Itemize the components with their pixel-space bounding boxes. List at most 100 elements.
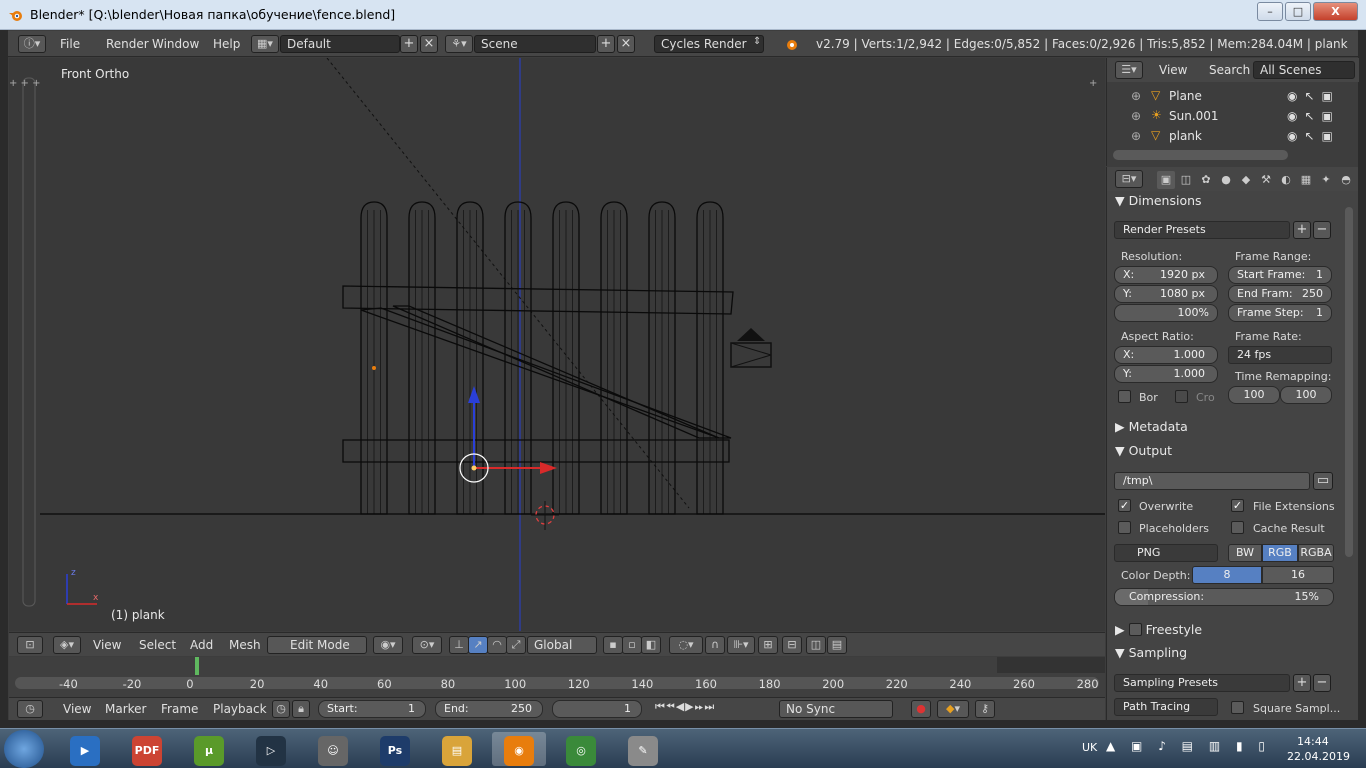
file-format-select[interactable]: PNG [1114,544,1218,562]
timeline-scrollbar[interactable] [15,677,1099,689]
mode-select[interactable]: Edit Mode [267,636,367,654]
tab-world-icon[interactable]: ● [1217,171,1235,189]
render-presets-select[interactable]: Render Presets [1114,221,1290,239]
toolshelf-plus-icon[interactable]: + + + [9,78,41,89]
tray-icons[interactable]: ▲ ▣ ♪ ▤ ▥ ▮ ▯ [1106,739,1271,753]
rgb-button[interactable]: RGB [1262,544,1298,562]
depth-8-button[interactable]: 8 [1192,566,1262,584]
playback-controls[interactable]: ⏮︎⏪︎◀︎▶︎⏩︎⏭︎ [655,700,767,718]
snap-target-icon[interactable]: ⊞ [758,636,778,654]
outliner-item[interactable]: ⊕ ☀ Sun.001 ◉↖▣ [1107,106,1347,126]
end-frame-field[interactable]: End: 250 [435,700,543,718]
menu-frame[interactable]: Frame [161,702,198,716]
expand-icon[interactable]: ⊕ [1131,109,1141,123]
remove-scene-icon[interactable]: × [617,35,635,53]
start-frame-field[interactable]: Start: 1 [318,700,426,718]
playhead[interactable] [195,657,199,675]
current-frame-field[interactable]: 1 [552,700,642,718]
lock-icon[interactable]: 🔒︎ [292,700,310,718]
editor-type-properties-icon[interactable]: ⊟▾ [1115,170,1143,188]
remove-sampling-preset-icon[interactable]: − [1313,674,1331,692]
end-frame-prop[interactable]: End Fram: 250 [1228,285,1332,303]
remap-old-field[interactable]: 100 [1228,386,1280,404]
orientation-select[interactable]: Global [527,636,597,654]
editor-type-outliner-icon[interactable]: ☰▾ [1115,61,1143,79]
square-samples-checkbox[interactable] [1231,701,1244,714]
menu-render[interactable]: Render [106,37,149,51]
menu-view[interactable]: View [93,638,121,652]
taskbar-folder-icon[interactable]: ▤ [430,732,484,766]
remove-preset-icon[interactable]: − [1313,221,1331,239]
start-frame-prop[interactable]: Start Frame: 1 [1228,266,1332,284]
translate-icon[interactable]: ↗ [468,636,488,654]
render-preview-icon[interactable]: ⊟ [782,636,802,654]
shading-icon[interactable]: ◉▾ [373,636,403,654]
viewport-canvas[interactable] [9,58,1105,631]
menu-marker[interactable]: Marker [105,702,146,716]
tab-object-icon[interactable]: ◆ [1237,171,1255,189]
render-engine-select[interactable]: Cycles Render [654,35,764,53]
taskbar-blender-icon[interactable]: ◉ [492,732,546,766]
dimensions-header[interactable]: ▼ Dimensions [1115,193,1202,208]
menu-mesh[interactable]: Mesh [229,638,261,652]
manipulator-icon[interactable]: ⊥ [449,636,469,654]
visibility-icons[interactable]: ◉↖▣ [1287,109,1340,123]
maximize-button[interactable]: □ [1285,2,1311,21]
taskbar-video-icon[interactable]: ▷ [244,732,298,766]
rotate-icon[interactable]: ◠ [487,636,507,654]
tab-scene-icon[interactable]: ✿ [1197,171,1215,189]
menu-window[interactable]: Window [152,37,199,51]
taskbar-pdf-icon[interactable]: PDF [120,732,174,766]
sync-select[interactable]: No Sync [779,700,893,718]
tab-texture-icon[interactable]: ▦ [1297,171,1315,189]
clock-time[interactable]: 14:44 [1297,735,1329,748]
visibility-icons[interactable]: ◉↖▣ [1287,89,1340,103]
scale-icon[interactable]: ⤢ [506,636,526,654]
output-header[interactable]: ▼ Output [1115,443,1172,458]
menu-help[interactable]: Help [213,37,240,51]
placeholders-checkbox[interactable] [1118,521,1131,534]
res-x-field[interactable]: X: 1920 px [1114,266,1218,284]
camera-icon[interactable]: ◫ [806,636,826,654]
sampling-header[interactable]: ▼ Sampling [1115,645,1187,660]
snap-element-icon[interactable]: ⊪▾ [727,636,755,654]
bw-button[interactable]: BW [1228,544,1262,562]
tab-modifiers-icon[interactable]: ⚒ [1257,171,1275,189]
aspect-x-field[interactable]: X: 1.000 [1114,346,1218,364]
language-indicator[interactable]: UK [1082,741,1097,754]
add-sampling-preset-icon[interactable]: + [1293,674,1311,692]
taskbar-torrent-icon[interactable]: μ [182,732,236,766]
aspect-y-field[interactable]: Y: 1.000 [1114,365,1218,383]
record-icon[interactable]: ● [911,700,931,718]
tab-render-icon[interactable]: ▣ [1157,171,1175,189]
proportional-edit-icon[interactable]: ◌▾ [669,636,703,654]
fps-select[interactable]: 24 fps [1228,346,1332,364]
menu-tl-view[interactable]: View [63,702,91,716]
scene-field[interactable]: Scene [474,35,596,53]
scene-icon[interactable]: ⚘▾ [445,35,473,53]
taskbar-chrome-icon[interactable]: ◎ [554,732,608,766]
border-checkbox[interactable] [1118,390,1131,403]
editor-type-timeline-icon[interactable]: ◷ [17,700,43,718]
freestyle-checkbox[interactable] [1128,623,1142,636]
menu-playback[interactable]: Playback [213,702,267,716]
tab-layers-icon[interactable]: ◫ [1177,171,1195,189]
keyframe-type-icon[interactable]: ◆▾ [937,700,969,718]
outliner-search-menu[interactable]: Search [1209,63,1250,77]
frame-step-prop[interactable]: Frame Step: 1 [1228,304,1332,322]
remove-layout-icon[interactable]: × [420,35,438,53]
menu-select[interactable]: Select [139,638,176,652]
freestyle-header[interactable]: ▶ Freestyle [1115,621,1202,637]
add-preset-icon[interactable]: + [1293,221,1311,239]
properties-plus-icon[interactable]: + [1089,78,1097,89]
3d-viewport[interactable]: Front Ortho (1) plank z x + + + + [9,58,1105,631]
taskbar-gimp-icon[interactable]: ☺ [306,732,360,766]
compression-slider[interactable]: Compression: 15% [1114,588,1334,606]
add-layout-icon[interactable]: + [400,35,418,53]
outliner-view-menu[interactable]: View [1159,63,1187,77]
tab-particles-icon[interactable]: ✦ [1317,171,1335,189]
cache-result-checkbox[interactable] [1231,521,1244,534]
snap-magnet-icon[interactable]: ∩ [705,636,725,654]
screen-layout-icon[interactable]: ▦▾ [251,35,279,53]
vertex-select-icon[interactable]: ▪ [603,636,623,654]
